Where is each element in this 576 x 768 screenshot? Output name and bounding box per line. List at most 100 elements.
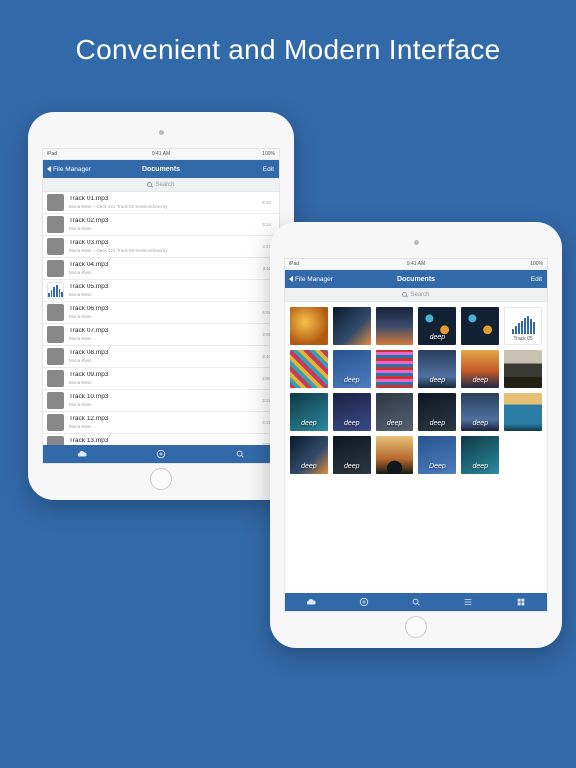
chevron-left-icon — [47, 166, 51, 172]
cell-label: deep — [472, 420, 488, 431]
cell-label: Track 05 — [513, 336, 532, 344]
cell-label: deep — [344, 463, 360, 474]
grid-item[interactable]: deep — [376, 393, 414, 431]
file-subtitle: Mona Klein — [69, 380, 262, 385]
file-duration: 3:14 — [262, 222, 271, 227]
search-tab-icon[interactable] — [235, 449, 245, 459]
nav-title: Documents — [397, 276, 435, 283]
list-icon[interactable] — [463, 597, 473, 607]
grid-item[interactable]: deep — [290, 393, 328, 431]
grid-item[interactable]: deep — [333, 350, 371, 388]
list-item[interactable]: Track 01.mp3Mona Klein – Deck 421 Track … — [43, 192, 279, 214]
list-item[interactable]: Track 05.mp3Mona Klein — [43, 280, 279, 302]
list-item[interactable]: Track 04.mp3Mona Klein3:11 — [43, 258, 279, 280]
file-subtitle: Mona Klein — [69, 402, 262, 407]
search-bar[interactable]: Search — [285, 288, 547, 302]
grid-item[interactable]: deep — [333, 393, 371, 431]
cell-label: deep — [344, 420, 360, 431]
grid-item[interactable]: deep — [418, 307, 456, 345]
edit-button[interactable]: Edit — [263, 166, 274, 173]
search-tab-icon[interactable] — [411, 597, 421, 607]
back-button[interactable]: File Manager — [47, 166, 91, 173]
add-icon[interactable] — [359, 597, 369, 607]
list-item[interactable]: Track 02.mp3Mona Klein3:14 — [43, 214, 279, 236]
grid-item[interactable] — [333, 307, 371, 345]
promo-headline: Convenient and Modern Interface — [0, 34, 576, 66]
file-subtitle: Mona Klein – Deck 421 Track 06 Sessiondo… — [69, 248, 262, 253]
file-subtitle: Mona Klein — [69, 358, 262, 363]
grid-item[interactable] — [376, 350, 414, 388]
tab-bar — [285, 593, 547, 611]
file-title: Track 06.mp3 — [69, 306, 262, 313]
file-subtitle: Mona Klein — [69, 292, 271, 297]
file-subtitle: Mona Klein — [69, 336, 262, 341]
list-item[interactable]: Track 09.mp3Mona Klein2:58 — [43, 368, 279, 390]
status-bar: iPad 9:41 AM 100% — [285, 259, 547, 270]
ipad-list-view: iPad 9:41 AM 100% File Manager Documents… — [28, 112, 294, 500]
file-grid[interactable]: deep Track 05 deep deep deep deep deep deep deep… — [285, 302, 547, 593]
grid-item[interactable]: Track 05 — [504, 307, 542, 345]
cell-label: deep — [301, 420, 317, 431]
status-device: iPad — [47, 151, 57, 157]
grid-item[interactable]: deep — [333, 436, 371, 474]
cell-label: deep — [430, 420, 446, 431]
file-list[interactable]: Track 01.mp3Mona Klein – Deck 421 Track … — [43, 192, 279, 445]
list-item[interactable]: Track 13.mp3Mona Klein3:09 — [43, 434, 279, 445]
thumbnail — [47, 392, 64, 409]
file-title: Track 03.mp3 — [69, 240, 262, 247]
home-button[interactable] — [150, 468, 172, 490]
list-item[interactable]: Track 07.mp3Mona Klein3:55 — [43, 324, 279, 346]
file-subtitle: Mona Klein — [69, 270, 263, 275]
grid-item[interactable]: Deep — [418, 436, 456, 474]
list-item[interactable]: Track 12.mp3Mona Klein4:15 — [43, 412, 279, 434]
file-title: Track 02.mp3 — [69, 218, 262, 225]
thumbnail — [47, 282, 64, 299]
cloud-icon[interactable] — [306, 597, 316, 607]
list-item[interactable]: Track 10.mp3Mona Klein3:22 — [43, 390, 279, 412]
list-item[interactable]: Track 06.mp3Mona Klein4:02 — [43, 302, 279, 324]
home-button[interactable] — [405, 616, 427, 638]
cell-label: deep — [387, 420, 403, 431]
camera-dot — [159, 130, 164, 135]
grid-item[interactable] — [290, 307, 328, 345]
status-time: 9:41 AM — [407, 261, 425, 267]
grid-item[interactable]: deep — [418, 393, 456, 431]
grid-item[interactable] — [461, 307, 499, 345]
cell-label: deep — [430, 334, 446, 345]
grid-item[interactable]: deep — [461, 393, 499, 431]
status-time: 9:41 AM — [152, 151, 170, 157]
file-title: Track 08.mp3 — [69, 350, 262, 357]
grid-item[interactable] — [376, 436, 414, 474]
grid-item[interactable] — [504, 350, 542, 388]
edit-button[interactable]: Edit — [531, 276, 542, 283]
back-label: File Manager — [295, 276, 333, 283]
add-icon[interactable] — [156, 449, 166, 459]
list-item[interactable]: Track 03.mp3Mona Klein – Deck 421 Track … — [43, 236, 279, 258]
grid-item[interactable] — [290, 350, 328, 388]
grid-item[interactable]: deep — [461, 350, 499, 388]
back-label: File Manager — [53, 166, 91, 173]
grid-item[interactable]: deep — [418, 350, 456, 388]
thumbnail — [47, 370, 64, 387]
grid-item[interactable]: deep — [290, 436, 328, 474]
thumbnail — [47, 414, 64, 431]
list-item[interactable]: Track 08.mp3Mona Klein3:40 — [43, 346, 279, 368]
back-button[interactable]: File Manager — [289, 276, 333, 283]
status-bar: iPad 9:41 AM 100% — [43, 149, 279, 160]
file-title: Track 05.mp3 — [69, 284, 271, 291]
cell-label: deep — [344, 377, 360, 388]
cloud-icon[interactable] — [77, 449, 87, 459]
cell-label: deep — [430, 377, 446, 388]
grid-icon[interactable] — [516, 597, 526, 607]
grid-item[interactable]: deep — [461, 436, 499, 474]
file-title: Track 10.mp3 — [69, 394, 262, 401]
file-title: Track 09.mp3 — [69, 372, 262, 379]
file-title: Track 13.mp3 — [69, 438, 262, 445]
cell-label: Deep — [429, 463, 446, 474]
grid-item[interactable] — [376, 307, 414, 345]
search-placeholder: Search — [410, 292, 429, 298]
grid-item[interactable] — [504, 393, 542, 431]
search-bar[interactable]: Search — [43, 178, 279, 192]
file-title: Track 07.mp3 — [69, 328, 262, 335]
file-subtitle: Mona Klein — [69, 424, 262, 429]
